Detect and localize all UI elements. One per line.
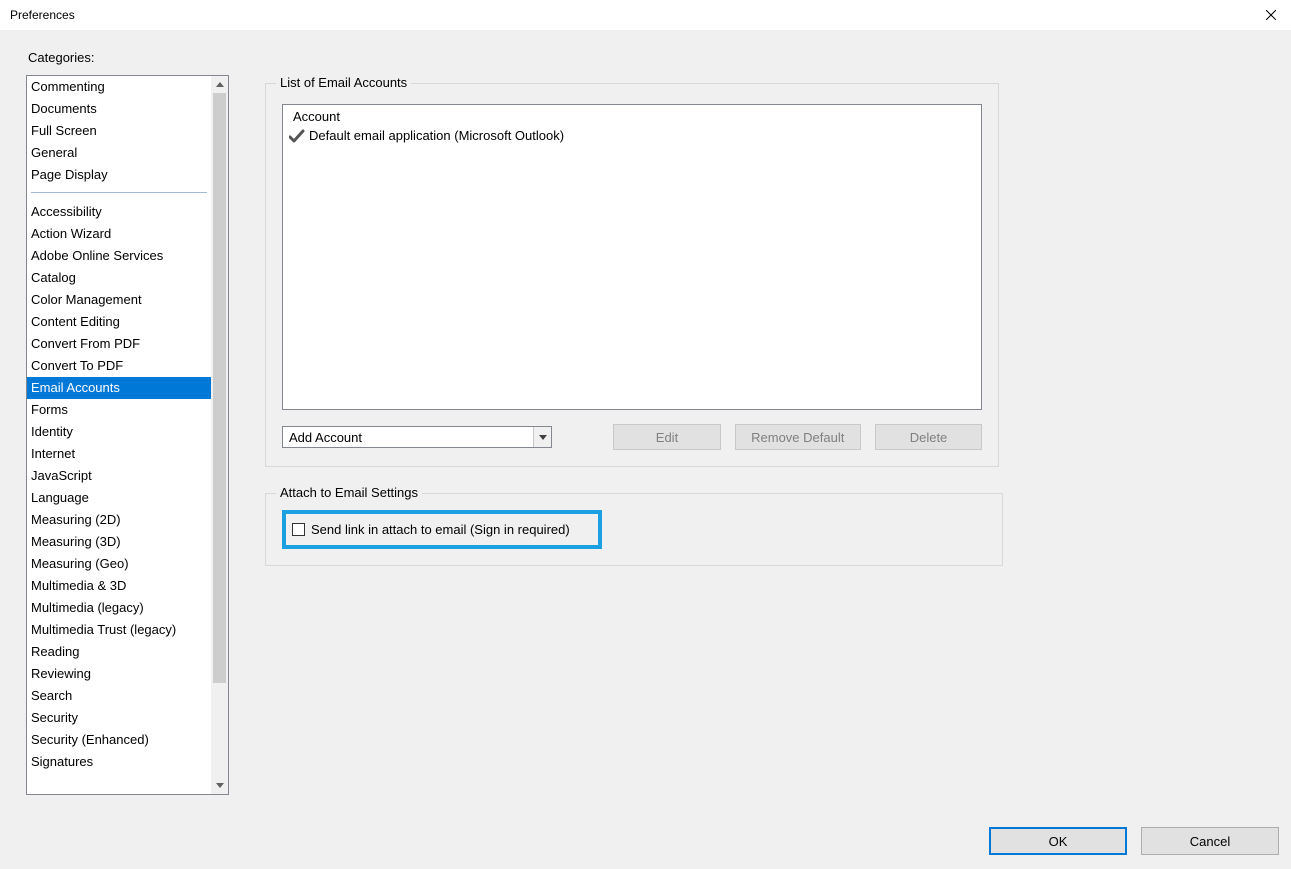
category-item[interactable]: Action Wizard <box>27 223 211 245</box>
category-item[interactable]: Documents <box>27 98 211 120</box>
category-item[interactable]: Signatures <box>27 751 211 773</box>
attach-settings-label: Attach to Email Settings <box>276 485 422 500</box>
category-item[interactable]: Accessibility <box>27 201 211 223</box>
category-item[interactable]: Multimedia Trust (legacy) <box>27 619 211 641</box>
category-item[interactable]: Color Management <box>27 289 211 311</box>
category-item[interactable]: Measuring (3D) <box>27 531 211 553</box>
checkmark-icon <box>289 129 305 143</box>
category-item[interactable]: Email Accounts <box>27 377 211 399</box>
email-accounts-pane: List of Email Accounts Account Default e… <box>265 75 1005 566</box>
category-divider <box>31 192 207 193</box>
email-accounts-table[interactable]: Account Default email application (Micro… <box>282 104 982 410</box>
category-item[interactable]: Reading <box>27 641 211 663</box>
window-title: Preferences <box>8 8 75 22</box>
category-item[interactable]: Multimedia & 3D <box>27 575 211 597</box>
titlebar: Preferences <box>0 0 1291 30</box>
category-item[interactable]: Identity <box>27 421 211 443</box>
category-item[interactable]: Internet <box>27 443 211 465</box>
category-item[interactable]: Page Display <box>27 164 211 186</box>
add-account-label: Add Account <box>283 427 533 447</box>
categories-scrollbar[interactable] <box>211 76 228 794</box>
attach-settings-groupbox: Attach to Email Settings Send link in at… <box>265 493 1003 566</box>
category-item[interactable]: Adobe Online Services <box>27 245 211 267</box>
send-link-checkbox-label: Send link in attach to email (Sign in re… <box>311 522 570 537</box>
category-item[interactable]: Measuring (Geo) <box>27 553 211 575</box>
category-item[interactable]: Language <box>27 487 211 509</box>
dialog-buttons: OK Cancel <box>989 827 1279 855</box>
add-account-dropdown-button[interactable] <box>533 427 551 447</box>
category-item[interactable]: Convert To PDF <box>27 355 211 377</box>
email-accounts-groupbox-label: List of Email Accounts <box>276 75 411 90</box>
add-account-dropdown[interactable]: Add Account <box>282 426 552 448</box>
category-item[interactable]: Measuring (2D) <box>27 509 211 531</box>
category-item[interactable]: Full Screen <box>27 120 211 142</box>
account-column-header[interactable]: Account <box>283 105 981 126</box>
table-row[interactable]: Default email application (Microsoft Out… <box>283 126 981 145</box>
send-link-highlight: Send link in attach to email (Sign in re… <box>282 510 602 549</box>
email-accounts-groupbox: List of Email Accounts Account Default e… <box>265 83 999 467</box>
category-item[interactable]: Forms <box>27 399 211 421</box>
scroll-up-arrow[interactable] <box>211 76 228 93</box>
close-icon <box>1266 10 1276 20</box>
cancel-button[interactable]: Cancel <box>1141 827 1279 855</box>
category-item[interactable]: Commenting <box>27 76 211 98</box>
category-item[interactable]: Convert From PDF <box>27 333 211 355</box>
ok-button[interactable]: OK <box>989 827 1127 855</box>
category-item[interactable]: JavaScript <box>27 465 211 487</box>
category-item[interactable]: Content Editing <box>27 311 211 333</box>
close-button[interactable] <box>1259 3 1283 27</box>
delete-button[interactable]: Delete <box>875 424 982 450</box>
category-item[interactable]: General <box>27 142 211 164</box>
scroll-thumb[interactable] <box>213 93 226 683</box>
content-area: Categories: CommentingDocumentsFull Scre… <box>0 30 1291 869</box>
category-item[interactable]: Search <box>27 685 211 707</box>
category-item[interactable]: Multimedia (legacy) <box>27 597 211 619</box>
scroll-down-arrow[interactable] <box>211 777 228 794</box>
send-link-checkbox[interactable] <box>292 523 305 536</box>
category-item[interactable]: Reviewing <box>27 663 211 685</box>
remove-default-button[interactable]: Remove Default <box>735 424 861 450</box>
account-entry-label: Default email application (Microsoft Out… <box>309 128 564 143</box>
category-item[interactable]: Security (Enhanced) <box>27 729 211 751</box>
chevron-down-icon <box>539 435 547 440</box>
categories-listbox[interactable]: CommentingDocumentsFull ScreenGeneralPag… <box>26 75 229 795</box>
category-item[interactable]: Catalog <box>27 267 211 289</box>
category-item[interactable]: Security <box>27 707 211 729</box>
edit-button[interactable]: Edit <box>613 424 720 450</box>
categories-label: Categories: <box>28 50 1281 65</box>
